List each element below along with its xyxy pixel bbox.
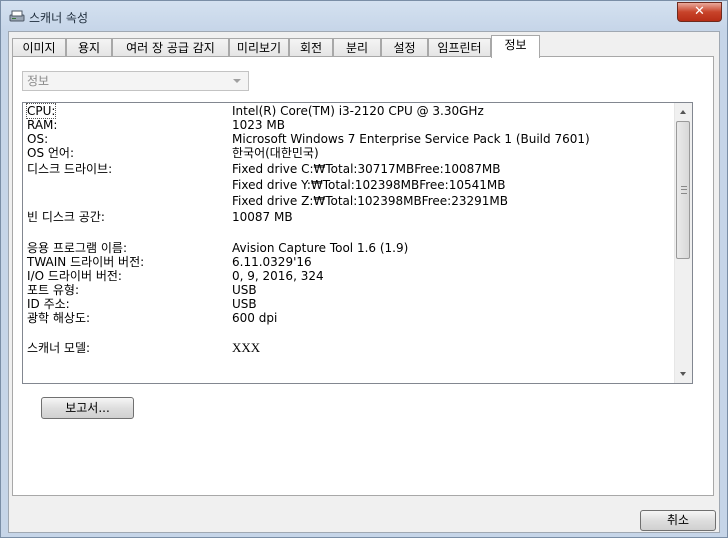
vertical-scrollbar[interactable]: [674, 103, 692, 383]
tab-rotation[interactable]: 회전: [289, 38, 333, 57]
info-label: ID 주소:: [27, 297, 70, 311]
scanner-app-icon: [9, 10, 25, 22]
tab-info[interactable]: 정보: [491, 35, 540, 58]
info-label: 빈 디스크 공간:: [27, 210, 105, 224]
info-label: 스캐너 모델:: [27, 341, 91, 355]
info-value: Fixed drive Z:₩Total:102398MBFree:23291M…: [232, 194, 508, 208]
info-value: Microsoft Windows 7 Enterprise Service P…: [232, 132, 590, 146]
info-value: 10087 MB: [232, 210, 293, 224]
info-category-value: 정보: [27, 74, 50, 88]
info-value: USB: [232, 297, 257, 311]
info-value: 한국어(대한민국): [232, 146, 319, 160]
info-value: Fixed drive C:₩Total:30717MBFree:10087MB: [232, 162, 501, 176]
info-label: 광학 해상도:: [27, 311, 91, 325]
info-label: RAM:: [27, 118, 58, 132]
info-value: USB: [232, 283, 257, 297]
info-label: OS:: [27, 132, 49, 146]
scroll-down-button[interactable]: [675, 366, 692, 383]
info-label: 디스크 드라이브:: [27, 162, 113, 176]
scanner-properties-window: 스캐너 속성 ✕ 이미지 용지 여러 장 공급 감지 미리보기 회전 분리 설정…: [0, 0, 728, 538]
info-value: Intel(R) Core(TM) i3-2120 CPU @ 3.30GHz: [232, 104, 484, 118]
info-value: 1023 MB: [232, 118, 285, 132]
info-value: 6.11.0329'16: [232, 255, 312, 269]
tab-image[interactable]: 이미지: [12, 38, 66, 57]
info-label: 응용 프로그램 이름:: [27, 241, 127, 255]
info-value: XXX: [232, 340, 261, 355]
scrollbar-thumb[interactable]: [676, 121, 690, 259]
close-button[interactable]: ✕: [677, 2, 722, 22]
tab-multifeed-detection[interactable]: 여러 장 공급 감지: [112, 38, 229, 57]
system-info-list[interactable]: CPU: Intel(R) Core(TM) i3-2120 CPU @ 3.3…: [22, 102, 693, 384]
title-bar[interactable]: 스캐너 속성 ✕: [1, 1, 727, 31]
tab-strip: 이미지 용지 여러 장 공급 감지 미리보기 회전 분리 설정 임프린터 정보: [12, 35, 712, 58]
info-value: Fixed drive Y:₩Total:102398MBFree:10541M…: [232, 178, 506, 192]
report-button[interactable]: 보고서...: [41, 397, 134, 419]
arrow-down-icon: [680, 372, 686, 376]
info-value: 600 dpi: [232, 311, 278, 325]
info-label: TWAIN 드라이버 버전:: [27, 255, 145, 269]
tab-separation[interactable]: 분리: [333, 38, 381, 57]
arrow-up-icon: [680, 110, 686, 114]
scroll-up-button[interactable]: [675, 103, 692, 120]
info-label: CPU:: [25, 103, 57, 119]
tab-preview[interactable]: 미리보기: [229, 38, 289, 57]
chevron-down-icon: [233, 79, 241, 83]
info-label: I/O 드라이버 버전:: [27, 269, 122, 283]
info-category-select[interactable]: 정보: [22, 71, 249, 91]
cancel-button[interactable]: 취소: [640, 510, 716, 531]
tab-settings[interactable]: 설정: [381, 38, 428, 57]
info-value: 0, 9, 2016, 324: [232, 269, 324, 283]
info-label: OS 언어:: [27, 146, 75, 160]
info-label: 포트 유형:: [27, 283, 80, 297]
info-value: Avision Capture Tool 1.6 (1.9): [232, 241, 409, 255]
window-title: 스캐너 속성: [29, 11, 89, 25]
tab-imprinter[interactable]: 임프린터: [428, 38, 491, 57]
grip-icon: [681, 186, 687, 194]
tab-paper[interactable]: 용지: [66, 38, 112, 57]
dialog-body: 이미지 용지 여러 장 공급 감지 미리보기 회전 분리 설정 임프린터 정보 …: [8, 31, 720, 533]
